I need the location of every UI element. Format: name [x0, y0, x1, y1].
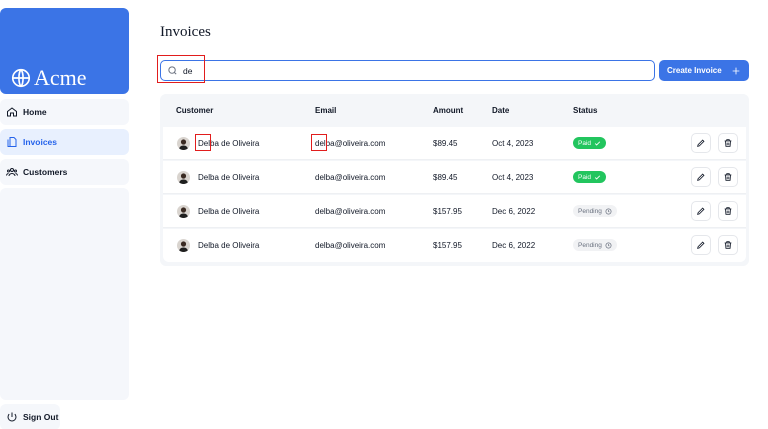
nav-item-label: Home — [23, 107, 47, 117]
clock-icon — [605, 242, 612, 248]
customer-name: Delba de Oliveira — [198, 241, 260, 250]
column-header-customer: Customer — [176, 106, 214, 115]
customer-name: Delba de Oliveira — [198, 173, 260, 182]
clock-icon — [605, 208, 612, 214]
create-invoice-label: Create Invoice — [667, 66, 722, 75]
email-match-highlight — [311, 134, 327, 151]
edit-invoice-button[interactable] — [691, 235, 711, 255]
status-badge: Paid — [573, 137, 607, 149]
search-match-highlight — [157, 55, 205, 83]
avatar — [177, 239, 190, 252]
table-row: Delba de Oliveira delba@oliveira.com $15… — [163, 229, 746, 262]
check-icon — [594, 140, 601, 146]
brand-banner[interactable]: Acme — [0, 8, 129, 94]
status-badge: Pending — [573, 239, 617, 251]
nav-item-label: Invoices — [23, 137, 58, 147]
delete-invoice-button[interactable] — [718, 201, 738, 221]
document-icon — [7, 137, 17, 147]
nav-item-invoices[interactable]: Invoices — [0, 129, 129, 155]
page-title: Invoices — [160, 24, 211, 40]
brand-name: Acme — [34, 65, 87, 90]
edit-invoice-button[interactable] — [691, 201, 711, 221]
invoice-amount: $89.45 — [433, 173, 458, 182]
avatar — [177, 171, 190, 184]
column-header-amount: Amount — [433, 106, 464, 115]
customer-email: delba@oliveira.com — [315, 207, 386, 216]
sidebar: Acme Home Invoices Customers Sign Out — [0, 0, 136, 429]
column-header-date: Date — [492, 106, 510, 115]
pencil-icon — [697, 173, 705, 181]
home-icon — [7, 107, 17, 117]
search-input[interactable] — [183, 65, 643, 76]
check-icon — [594, 174, 601, 180]
table-row: Delba de Oliveira delba@oliveira.com $15… — [163, 195, 746, 228]
power-icon — [7, 412, 17, 422]
customer-email: delba@oliveira.com — [315, 241, 386, 250]
delete-invoice-button[interactable] — [718, 235, 738, 255]
nav-item-label: Customers — [23, 167, 68, 177]
edit-invoice-button[interactable] — [691, 167, 711, 187]
sign-out-label: Sign Out — [23, 412, 59, 422]
status-badge: Paid — [573, 171, 607, 183]
table-row: Delba de Oliveira delba@oliveira.com $89… — [163, 127, 746, 160]
avatar — [177, 137, 190, 150]
globe-icon — [11, 68, 31, 88]
trash-icon — [724, 241, 732, 249]
trash-icon — [724, 173, 732, 181]
trash-icon — [724, 207, 732, 215]
edit-invoice-button[interactable] — [691, 133, 711, 153]
invoice-date: Dec 6, 2022 — [492, 207, 536, 216]
brand-logo: Acme — [10, 64, 96, 92]
invoice-date: Oct 4, 2023 — [492, 173, 534, 182]
delete-invoice-button[interactable] — [718, 133, 738, 153]
nav-item-home[interactable]: Home — [0, 99, 129, 125]
trash-icon — [724, 139, 732, 147]
pencil-icon — [697, 207, 705, 215]
delete-invoice-button[interactable] — [718, 167, 738, 187]
pencil-icon — [697, 139, 705, 147]
sidebar-spacer — [0, 188, 129, 400]
invoice-amount: $157.95 — [433, 241, 462, 250]
table-row: Delba de Oliveira delba@oliveira.com $89… — [163, 161, 746, 194]
name-match-highlight — [195, 134, 211, 151]
invoice-date: Oct 4, 2023 — [492, 139, 534, 148]
avatar — [177, 205, 190, 218]
column-header-email: Email — [315, 106, 337, 115]
plus-icon — [732, 67, 740, 74]
sign-out-button[interactable]: Sign Out — [0, 404, 60, 429]
nav-item-customers[interactable]: Customers — [0, 159, 129, 185]
column-header-status: Status — [573, 106, 598, 115]
customer-name: Delba de Oliveira — [198, 207, 260, 216]
users-icon — [6, 168, 18, 177]
search-field[interactable] — [160, 60, 655, 81]
customer-email: delba@oliveira.com — [315, 173, 386, 182]
invoice-amount: $89.45 — [433, 139, 458, 148]
status-badge: Pending — [573, 205, 617, 217]
invoice-amount: $157.95 — [433, 207, 462, 216]
pencil-icon — [697, 241, 705, 249]
create-invoice-button[interactable]: Create Invoice — [659, 60, 749, 81]
invoice-date: Dec 6, 2022 — [492, 241, 536, 250]
